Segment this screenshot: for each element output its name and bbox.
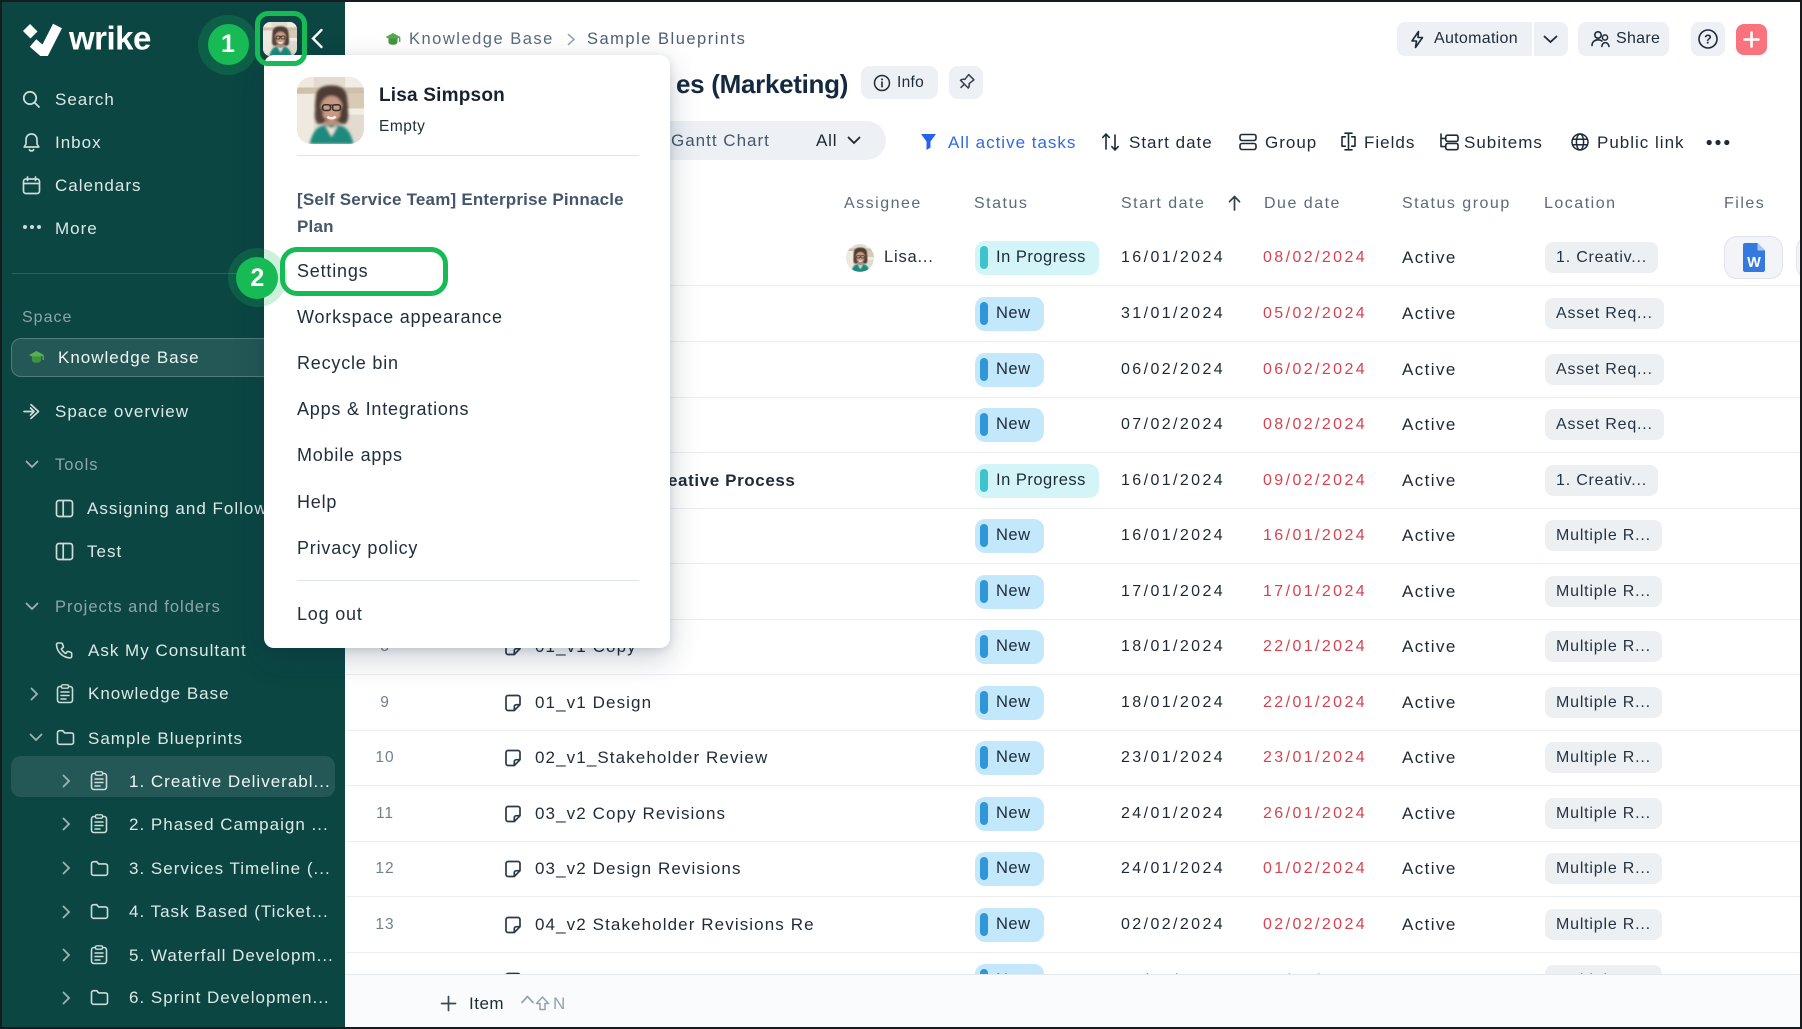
svg-text:?: ? [1704, 33, 1712, 47]
svg-text:wrike: wrike [68, 20, 151, 56]
svg-text:W: W [1747, 255, 1761, 271]
